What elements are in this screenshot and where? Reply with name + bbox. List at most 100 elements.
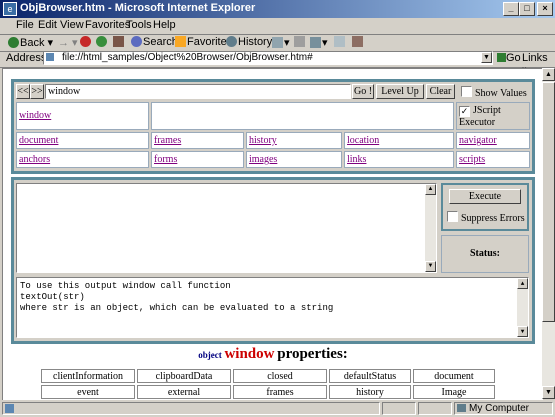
scroll-down-icon[interactable]: ▼: [425, 261, 436, 272]
back-button[interactable]: Back ▾: [8, 36, 53, 49]
go-label: Go: [506, 52, 521, 64]
link-images[interactable]: images: [249, 154, 277, 165]
edit-button[interactable]: ▾: [310, 36, 328, 49]
close-button[interactable]: ×: [537, 2, 553, 16]
scroll-up-icon[interactable]: ▲: [425, 184, 436, 195]
link-scripts[interactable]: scripts: [459, 154, 485, 165]
scroll-thumb[interactable]: [542, 82, 555, 322]
minimize-button[interactable]: _: [503, 2, 519, 16]
properties-table: clientInformation clipboardData closed d…: [39, 367, 497, 400]
object-input[interactable]: window: [45, 84, 351, 99]
link-cell: scripts: [456, 151, 530, 168]
link-cell: frames: [151, 132, 244, 149]
history-icon: [226, 36, 237, 47]
execute-button[interactable]: Execute: [449, 189, 521, 204]
current-object-link[interactable]: window: [19, 110, 51, 121]
clear-button[interactable]: Clear: [426, 84, 455, 99]
property-cell[interactable]: Image: [413, 385, 495, 399]
link-cell: images: [246, 151, 342, 168]
maximize-button[interactable]: □: [519, 2, 535, 16]
suppress-errors-checkbox[interactable]: Suppress Errors: [447, 211, 525, 224]
print-button[interactable]: [294, 36, 306, 48]
menu-help[interactable]: Help: [153, 19, 176, 31]
history-forward-button[interactable]: >>: [30, 84, 44, 99]
stop-icon: [80, 36, 91, 47]
refresh-icon: [96, 36, 107, 47]
page-icon: [46, 53, 54, 61]
link-navigator[interactable]: navigator: [459, 135, 497, 146]
link-cell: document: [16, 132, 149, 149]
link-links[interactable]: links: [347, 154, 366, 165]
status-text-pane: [2, 402, 380, 415]
link-frames[interactable]: frames: [154, 135, 181, 146]
link-cell: forms: [151, 151, 244, 168]
forward-arrow-icon: →: [58, 37, 69, 49]
jscript-executor-checkbox[interactable]: ✓ JScript Executor: [456, 102, 530, 130]
show-values-box: [461, 86, 472, 97]
go-button[interactable]: Go: [497, 52, 521, 64]
script-textarea[interactable]: ▲ ▼: [16, 183, 437, 273]
link-cell: navigator: [456, 132, 530, 149]
suppress-errors-box: [447, 211, 458, 222]
property-cell[interactable]: event: [41, 385, 135, 399]
menu-favorites[interactable]: Favorites: [85, 19, 130, 31]
messenger-button[interactable]: [352, 36, 364, 48]
discuss-button[interactable]: [334, 36, 346, 48]
scroll-down-icon[interactable]: ▼: [517, 326, 528, 337]
status-pane: [382, 402, 416, 415]
link-forms[interactable]: forms: [154, 154, 177, 165]
link-cell: history: [246, 132, 342, 149]
link-anchors[interactable]: anchors: [19, 154, 50, 165]
output-scrollbar[interactable]: ▲ ▼: [517, 278, 528, 337]
search-icon: [131, 36, 142, 47]
output-textarea[interactable]: To use this output window call function …: [16, 277, 529, 338]
history-back-button[interactable]: <<: [16, 84, 30, 99]
current-object-cell: window: [16, 102, 149, 130]
level-up-button[interactable]: Level Up: [376, 84, 424, 99]
edit-icon: [310, 37, 321, 48]
script-scrollbar[interactable]: ▲ ▼: [425, 184, 436, 272]
property-cell[interactable]: frames: [233, 385, 327, 399]
forward-button[interactable]: → ▾: [58, 36, 78, 49]
table-row: event external frames history Image: [41, 385, 495, 399]
page-icon: [5, 404, 14, 413]
stop-button[interactable]: [80, 36, 92, 48]
search-button[interactable]: Search: [131, 36, 178, 48]
menu-file[interactable]: File: [16, 19, 34, 31]
address-dropdown-button[interactable]: ▼: [481, 52, 492, 63]
zone-pane: My Computer: [454, 402, 553, 415]
refresh-button[interactable]: [96, 36, 108, 48]
home-button[interactable]: [113, 36, 125, 48]
property-cell[interactable]: closed: [233, 369, 327, 383]
link-cell: location: [344, 132, 454, 149]
home-icon: [113, 36, 124, 47]
go-arrow-icon: [497, 53, 506, 62]
mail-button[interactable]: ▾: [272, 36, 290, 49]
go-object-button[interactable]: Go !: [352, 84, 374, 99]
scroll-down-icon[interactable]: ▼: [542, 386, 555, 399]
property-cell[interactable]: clipboardData: [137, 369, 231, 383]
address-input[interactable]: file://html_samples/Object%20Browser/Obj…: [43, 51, 493, 65]
menu-tools[interactable]: Tools: [126, 19, 152, 31]
menu-edit[interactable]: Edit: [38, 19, 57, 31]
show-values-label: Show Values: [475, 88, 527, 99]
scroll-up-icon[interactable]: ▲: [542, 68, 555, 81]
favorites-icon: [175, 36, 186, 47]
menu-view[interactable]: View: [60, 19, 84, 31]
menu-bar: File Edit View Favorites Tools Help: [0, 18, 555, 35]
property-cell[interactable]: history: [329, 385, 411, 399]
heading-object-name: window: [224, 346, 275, 362]
property-cell[interactable]: clientInformation: [41, 369, 135, 383]
history-button[interactable]: History: [226, 36, 272, 48]
property-cell[interactable]: document: [413, 369, 495, 383]
show-values-checkbox[interactable]: Show Values: [461, 86, 527, 99]
property-cell[interactable]: external: [137, 385, 231, 399]
scroll-up-icon[interactable]: ▲: [517, 278, 528, 289]
page-content: << >> window Go ! Level Up Clear Show Va…: [2, 68, 543, 400]
link-document[interactable]: document: [19, 135, 58, 146]
favorites-button[interactable]: Favorites: [175, 36, 232, 48]
property-cell[interactable]: defaultStatus: [329, 369, 411, 383]
link-history[interactable]: history: [249, 135, 277, 146]
page-scrollbar[interactable]: ▲ ▼: [542, 68, 555, 399]
link-location[interactable]: location: [347, 135, 379, 146]
